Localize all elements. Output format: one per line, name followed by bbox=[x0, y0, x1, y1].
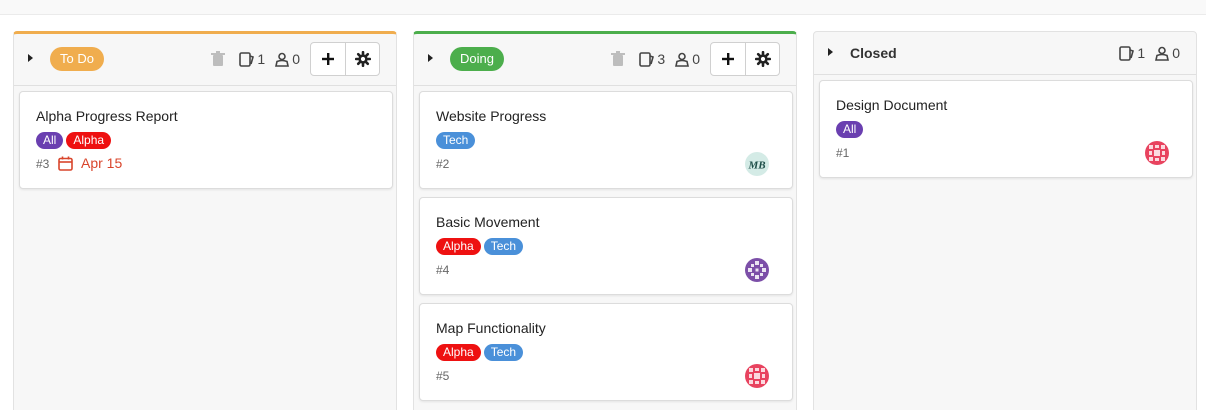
tag-tech: Tech bbox=[483, 344, 524, 361]
header-divider bbox=[14, 85, 396, 86]
card-title: Alpha Progress Report bbox=[36, 108, 178, 124]
card-number: #3 bbox=[36, 157, 50, 171]
user-count-value: 0 bbox=[292, 51, 300, 67]
column-header: To Do 1 0 bbox=[14, 34, 396, 85]
card-tags: All Alpha bbox=[36, 132, 114, 149]
card-count-icon bbox=[639, 51, 655, 67]
user-icon bbox=[275, 52, 290, 67]
gear-icon bbox=[754, 51, 771, 67]
card-count: 1 bbox=[1119, 45, 1145, 61]
tag-all: All bbox=[836, 121, 864, 138]
due-date: Apr 15 bbox=[58, 155, 122, 171]
column-button-group bbox=[710, 42, 780, 76]
tag-tech: Tech bbox=[483, 238, 524, 255]
calendar-icon bbox=[58, 156, 73, 171]
card-count: 1 bbox=[239, 51, 265, 67]
column-closed: Closed 1 0 Design Document All #1 bbox=[813, 31, 1197, 410]
card-count: 3 bbox=[639, 51, 665, 67]
column-header-actions: 3 0 bbox=[611, 42, 780, 76]
top-bar bbox=[0, 0, 1206, 15]
due-date-text: Apr 15 bbox=[81, 155, 123, 171]
card-tags: All bbox=[836, 121, 866, 138]
tag-alpha: Alpha bbox=[436, 344, 481, 361]
card-alpha-progress-report[interactable]: Alpha Progress Report All Alpha #3 Apr 1… bbox=[19, 91, 393, 189]
column-header: Doing 3 0 bbox=[414, 34, 796, 85]
column-header: Closed 1 0 bbox=[814, 32, 1196, 74]
collapse-caret-icon[interactable] bbox=[28, 54, 33, 62]
tag-tech: Tech bbox=[436, 132, 476, 149]
card-count-value: 3 bbox=[657, 51, 666, 67]
column-todo: To Do 1 0 Alpha Progress Report All Alph… bbox=[13, 31, 397, 410]
card-tags: Tech bbox=[436, 132, 478, 149]
avatar[interactable] bbox=[745, 258, 769, 282]
column-settings-button[interactable] bbox=[745, 43, 779, 75]
card-title: Map Functionality bbox=[436, 320, 546, 336]
card-number: #5 bbox=[436, 369, 450, 383]
avatar-initials: MB bbox=[747, 160, 765, 172]
card-number: #4 bbox=[436, 263, 450, 277]
card-count-icon bbox=[239, 51, 255, 67]
plus-icon bbox=[722, 53, 734, 65]
status-label-closed: Closed bbox=[850, 45, 897, 61]
card-basic-movement[interactable]: Basic Movement Alpha Tech #4 bbox=[419, 197, 793, 295]
card-count-value: 1 bbox=[1137, 45, 1146, 61]
card-count-value: 1 bbox=[257, 51, 266, 67]
trash-icon[interactable] bbox=[611, 51, 626, 67]
add-card-button[interactable] bbox=[311, 43, 345, 75]
card-design-document[interactable]: Design Document All #1 bbox=[819, 80, 1193, 178]
collapse-caret-icon[interactable] bbox=[828, 48, 833, 56]
user-count: 0 bbox=[275, 51, 300, 67]
card-count-icon bbox=[1119, 45, 1135, 61]
tag-alpha: Alpha bbox=[436, 238, 481, 255]
header-divider bbox=[814, 74, 1196, 75]
status-pill-todo: To Do bbox=[50, 47, 104, 71]
card-title: Website Progress bbox=[436, 108, 547, 124]
card-map-functionality[interactable]: Map Functionality Alpha Tech #5 bbox=[419, 303, 793, 401]
card-tags: Alpha Tech bbox=[436, 344, 526, 361]
column-header-actions: 1 0 bbox=[211, 42, 380, 76]
user-count-value: 0 bbox=[692, 51, 700, 67]
avatar[interactable]: MB bbox=[745, 152, 769, 176]
tag-all: All bbox=[36, 132, 64, 149]
trash-icon[interactable] bbox=[211, 51, 226, 67]
card-website-progress[interactable]: Website Progress Tech #2 MB bbox=[419, 91, 793, 189]
user-count-value: 0 bbox=[1172, 45, 1180, 61]
column-settings-button[interactable] bbox=[345, 43, 379, 75]
card-number: #2 bbox=[436, 157, 450, 171]
card-number: #1 bbox=[836, 146, 850, 160]
column-doing: Doing 3 0 Website Progress Tech #2 MB Ba… bbox=[413, 31, 797, 410]
gear-icon bbox=[354, 51, 371, 67]
card-title: Design Document bbox=[836, 97, 948, 113]
avatar[interactable] bbox=[1145, 141, 1169, 165]
user-count: 0 bbox=[1155, 45, 1180, 61]
status-pill-doing: Doing bbox=[450, 47, 504, 71]
header-divider bbox=[414, 85, 796, 86]
column-button-group bbox=[310, 42, 380, 76]
card-title: Basic Movement bbox=[436, 214, 540, 230]
add-card-button[interactable] bbox=[711, 43, 745, 75]
user-icon bbox=[675, 52, 690, 67]
user-count: 0 bbox=[675, 51, 700, 67]
avatar[interactable] bbox=[745, 364, 769, 388]
tag-alpha: Alpha bbox=[66, 132, 112, 149]
column-header-actions: 1 0 bbox=[1119, 36, 1180, 70]
card-tags: Alpha Tech bbox=[436, 238, 526, 255]
user-icon bbox=[1155, 46, 1170, 61]
plus-icon bbox=[322, 53, 334, 65]
collapse-caret-icon[interactable] bbox=[428, 54, 433, 62]
